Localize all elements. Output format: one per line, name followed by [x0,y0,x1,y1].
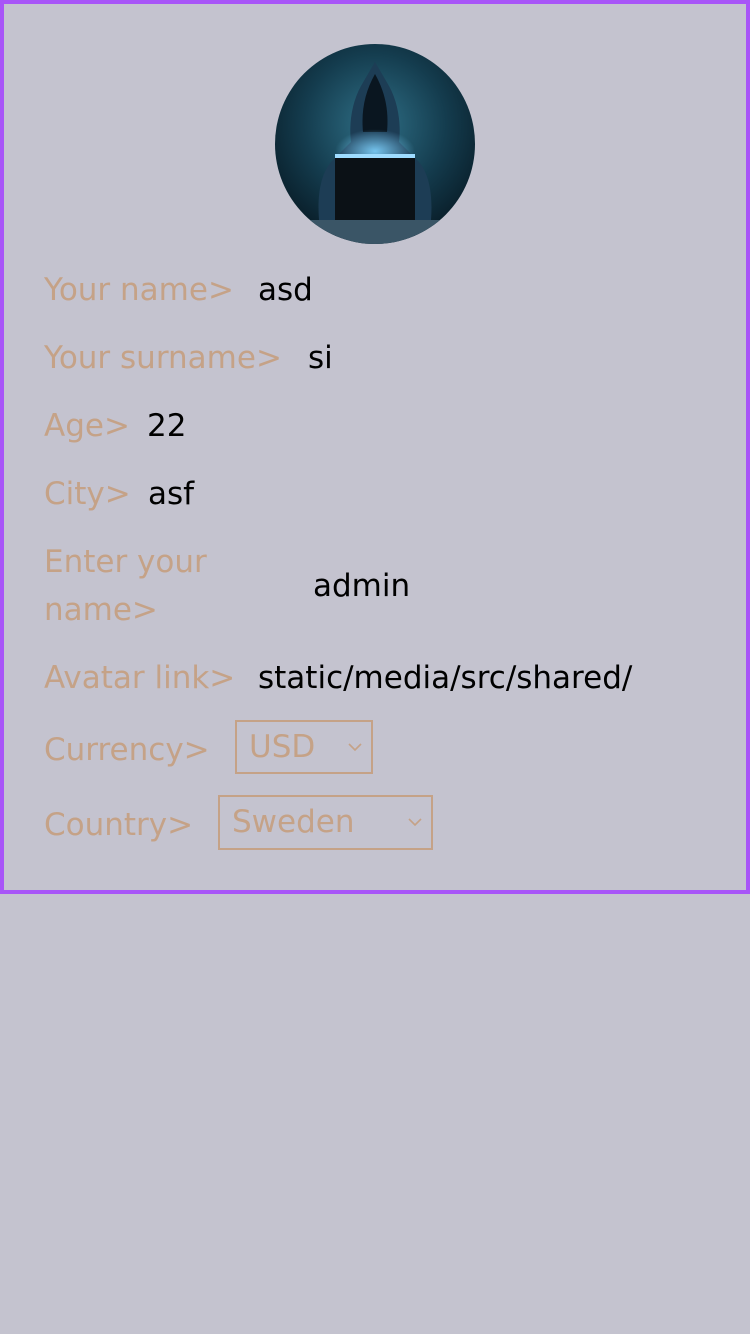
age-label: Age> [44,408,130,444]
username-label-line2: name> [44,592,158,628]
avatar [275,44,475,244]
country-label: Country> [44,807,194,843]
username-input[interactable]: admin [313,562,653,610]
currency-label: Currency> [44,732,210,768]
city-input[interactable]: asf [148,470,548,518]
chevron-down-icon [408,818,422,827]
country-select[interactable]: Sweden [218,795,433,850]
avatar-link-label: Avatar link> [44,660,236,696]
age-input[interactable]: 22 [147,402,547,450]
username-label-line1: Enter your [44,544,207,580]
hooded-hacker-avatar-icon [275,44,475,244]
country-selected-value: Sweden [232,804,355,840]
currency-selected-value: USD [249,729,316,765]
name-input[interactable]: asd [258,266,658,314]
city-label: City> [44,476,131,512]
chevron-down-icon [348,743,362,752]
avatar-link-input[interactable]: static/media/src/shared/ [258,654,650,702]
name-label: Your name> [44,272,234,308]
currency-select[interactable]: USD [235,720,373,774]
surname-label: Your surname> [44,340,282,376]
surname-input[interactable]: si [308,334,658,382]
profile-card: Your name> asd Your surname> si Age> 22 … [0,0,750,894]
